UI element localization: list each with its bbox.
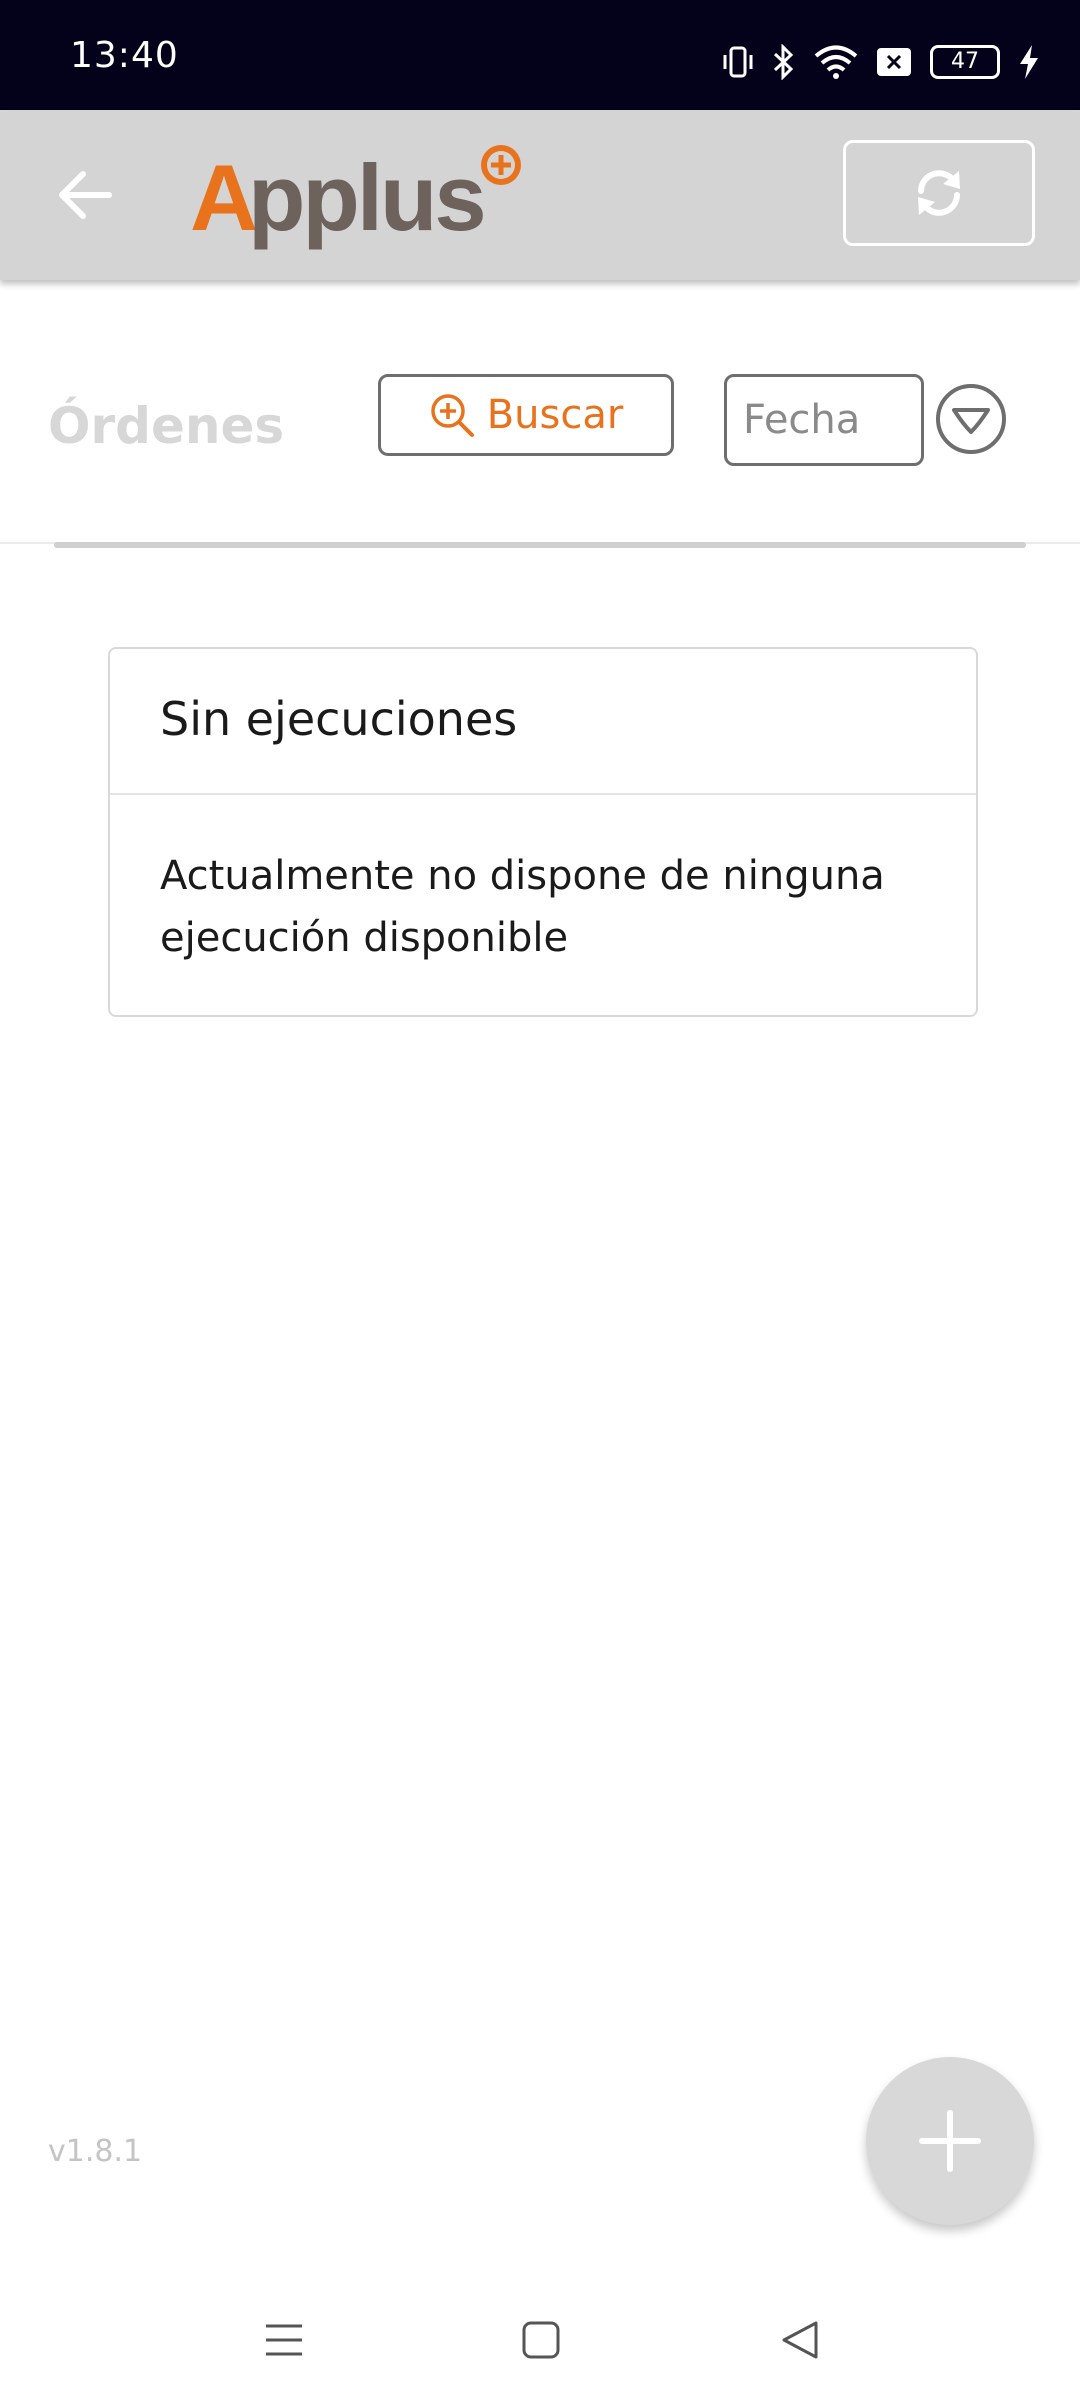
wifi-icon bbox=[814, 45, 858, 79]
refresh-button[interactable] bbox=[843, 140, 1035, 246]
battery-level: 47 bbox=[951, 49, 979, 74]
search-button-label: Buscar bbox=[486, 392, 624, 438]
app-header: A pplus bbox=[0, 110, 1080, 280]
menu-lines-icon bbox=[266, 2324, 302, 2356]
page-title: Órdenes bbox=[48, 397, 285, 455]
chevron-down-circle-icon bbox=[936, 384, 1006, 454]
system-nav-bar bbox=[0, 2280, 1080, 2400]
date-input[interactable] bbox=[724, 374, 924, 466]
status-time: 13:40 bbox=[70, 35, 179, 76]
arrow-left-icon bbox=[59, 171, 112, 219]
add-button[interactable] bbox=[866, 2057, 1034, 2225]
svg-text:A: A bbox=[190, 145, 256, 250]
refresh-icon bbox=[918, 170, 960, 216]
square-icon bbox=[522, 2321, 560, 2359]
system-back-button[interactable] bbox=[768, 2308, 832, 2372]
notification-x-icon bbox=[876, 47, 912, 77]
status-bar: 13:40 47 bbox=[0, 0, 1080, 110]
empty-state-card: Sin ejecuciones Actualmente no dispone d… bbox=[108, 647, 978, 1017]
plus-icon bbox=[919, 2110, 981, 2172]
filter-dropdown-button[interactable] bbox=[934, 382, 1008, 456]
vibrate-icon bbox=[722, 45, 754, 79]
triangle-back-icon bbox=[782, 2321, 818, 2359]
battery-icon: 47 bbox=[930, 45, 1000, 79]
home-button[interactable] bbox=[509, 2308, 573, 2372]
search-button[interactable]: Buscar bbox=[378, 374, 674, 456]
bluetooth-icon bbox=[772, 44, 796, 80]
back-button[interactable] bbox=[50, 160, 120, 230]
app-version: v1.8.1 bbox=[48, 2134, 143, 2169]
toolbar-underline bbox=[54, 542, 1026, 548]
empty-state-message: Actualmente no dispone de ninguna ejecuc… bbox=[160, 853, 885, 961]
recent-apps-button[interactable] bbox=[252, 2308, 316, 2372]
charging-bolt-icon bbox=[1018, 44, 1040, 80]
status-icons: 47 bbox=[722, 40, 1040, 84]
svg-text:pplus: pplus bbox=[248, 145, 484, 250]
zoom-in-icon bbox=[430, 394, 474, 437]
empty-state-title: Sin ejecuciones bbox=[110, 649, 976, 795]
applus-logo: A pplus bbox=[190, 140, 530, 250]
